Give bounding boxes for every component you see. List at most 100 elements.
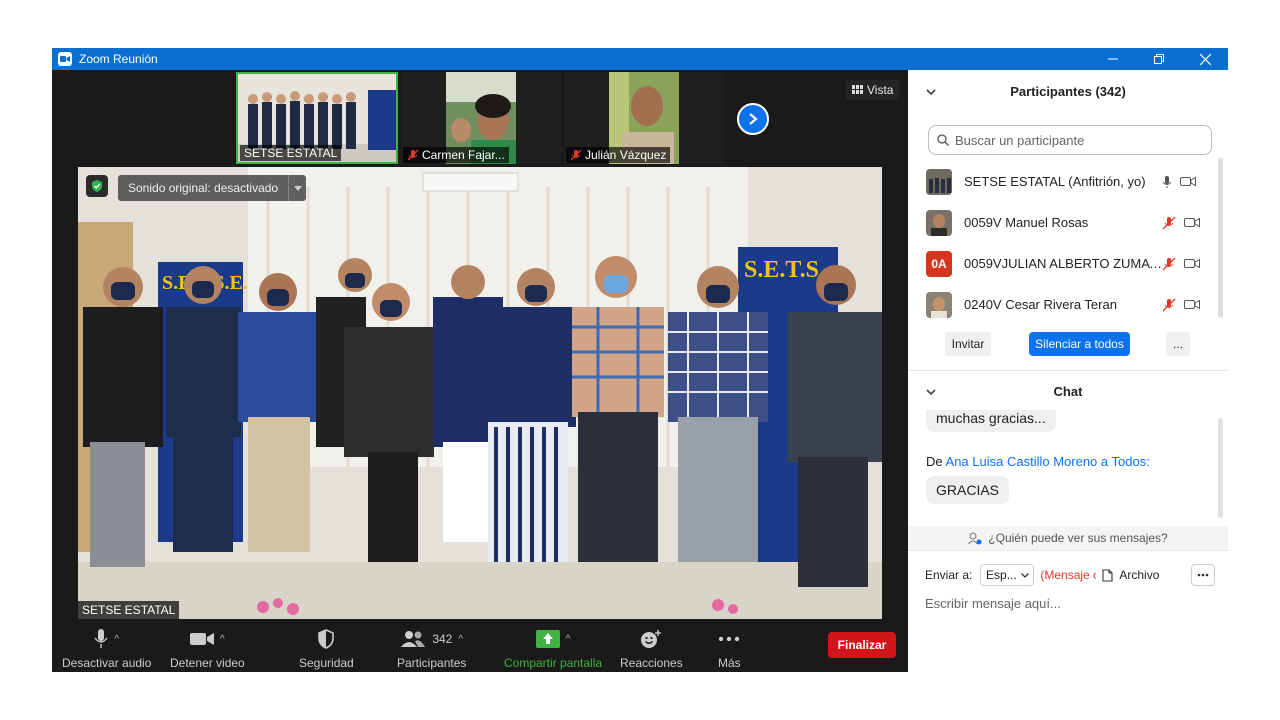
close-icon[interactable] <box>1182 48 1228 70</box>
caret-up-icon[interactable]: ^ <box>566 634 571 645</box>
minimize-icon[interactable] <box>1090 48 1136 70</box>
video-camera-icon[interactable] <box>1180 176 1196 187</box>
chat-title: Chat <box>1053 383 1083 399</box>
mic-muted-icon <box>570 149 582 161</box>
video-camera-icon <box>190 633 214 645</box>
mic-muted-icon[interactable] <box>1162 298 1176 312</box>
chevron-right-icon <box>749 113 758 125</box>
caret-up-icon[interactable]: ^ <box>114 634 119 645</box>
participants-scrollbar[interactable] <box>1218 158 1223 318</box>
tile-name-label: Julián Vázquez <box>566 147 671 163</box>
chat-message-bubble: muchas gracias... <box>926 410 1056 432</box>
microphone-icon[interactable] <box>1162 175 1172 189</box>
recipient-select[interactable]: Esp... <box>980 564 1035 586</box>
view-button[interactable]: Vista <box>846 80 900 100</box>
zoom-window: Zoom Reunión SETSE ESTATAL Carmen Fajar.… <box>52 48 1228 672</box>
avatar <box>926 209 952 236</box>
participants-icon <box>401 631 426 647</box>
chat-message-input[interactable]: Escribir mensaje aquí... <box>925 596 1061 611</box>
chat-scrollbar[interactable] <box>1218 418 1223 518</box>
caret-up-icon[interactable]: ^ <box>458 634 463 645</box>
caret-up-icon[interactable]: ^ <box>220 634 225 645</box>
chat-more-button[interactable] <box>1191 564 1215 586</box>
more-button[interactable]: Más <box>718 626 741 670</box>
chevron-down-icon[interactable] <box>926 84 936 99</box>
reaction-emoji-icon <box>641 630 662 648</box>
video-tile-carmen[interactable]: Carmen Fajar... <box>401 72 561 164</box>
search-placeholder: Buscar un participante <box>955 132 1085 148</box>
main-speaker-video: S.E.T.S.E. S.E.T.S. <box>78 167 882 619</box>
encryption-shield-icon[interactable] <box>86 175 108 197</box>
send-to-row: Enviar a: Esp... (Mensaje c Archivo <box>925 564 1215 586</box>
avatar-initials: 0A <box>926 250 952 277</box>
participants-header: Participantes (342) <box>908 70 1228 112</box>
security-shield-icon <box>318 629 335 649</box>
mic-muted-icon[interactable] <box>1162 257 1176 271</box>
chat-header: Chat <box>908 370 1228 412</box>
title-bar: Zoom Reunión <box>52 48 1228 70</box>
chevron-down-icon <box>1020 572 1029 578</box>
participants-list: SETSE ESTATAL (Anfitrión, yo) 0059V Manu… <box>908 161 1228 325</box>
reactions-button[interactable]: Reacciones <box>620 626 683 670</box>
original-sound-label: Sonido original: desactivado <box>128 181 279 195</box>
stop-video-button[interactable]: ^ Detener video <box>170 626 245 670</box>
search-icon <box>937 134 949 146</box>
chevron-down-icon[interactable] <box>926 384 936 399</box>
share-screen-button[interactable]: ^ Compartir pantalla <box>504 626 602 670</box>
tile-name-label: SETSE ESTATAL <box>240 145 342 161</box>
participants-count: 342 <box>432 632 453 646</box>
mute-all-button[interactable]: Silenciar a todos <box>1029 332 1130 356</box>
grid-view-icon <box>852 85 863 94</box>
file-button[interactable]: Archivo <box>1102 568 1159 582</box>
window-title: Zoom Reunión <box>79 52 158 66</box>
group-photo: S.E.T.S.E. S.E.T.S. <box>78 167 882 619</box>
person-info-icon <box>968 531 982 544</box>
chat-sender-line: De Ana Luisa Castillo Moreno a Todos: <box>926 454 1150 469</box>
video-camera-icon[interactable] <box>1184 299 1200 310</box>
video-camera-icon[interactable] <box>1184 217 1200 228</box>
tile-name-label: Carmen Fajar... <box>403 147 509 163</box>
participant-row[interactable]: SETSE ESTATAL (Anfitrión, yo) <box>908 161 1228 202</box>
ellipsis-icon <box>1197 573 1209 577</box>
side-panel: Participantes (342) Buscar un participan… <box>908 70 1228 672</box>
restore-icon[interactable] <box>1136 48 1182 70</box>
mute-audio-button[interactable]: ^ Desactivar audio <box>62 626 151 670</box>
mic-muted-icon[interactable] <box>1162 216 1176 230</box>
participant-row[interactable]: 0240V Cesar Rivera Teran <box>908 284 1228 325</box>
video-area: SETSE ESTATAL Carmen Fajar... Julián Váz… <box>52 70 908 672</box>
participants-title: Participantes (342) <box>1010 83 1126 99</box>
participant-search-input[interactable]: Buscar un participante <box>928 125 1212 155</box>
participants-more-button[interactable]: ... <box>1166 332 1190 356</box>
send-to-label: Enviar a: <box>925 568 973 582</box>
ellipsis-icon <box>719 636 740 642</box>
share-screen-icon <box>535 630 560 648</box>
avatar <box>926 168 952 195</box>
next-page-button[interactable] <box>737 103 769 135</box>
chat-sender-name[interactable]: Ana Luisa Castillo Moreno <box>946 454 1098 469</box>
private-message-note: (Mensaje c <box>1040 568 1097 582</box>
chevron-down-icon[interactable] <box>288 175 306 201</box>
participants-button[interactable]: 342 ^ Participantes <box>397 626 466 670</box>
original-sound-toggle[interactable]: Sonido original: desactivado <box>118 175 307 201</box>
video-camera-icon[interactable] <box>1184 258 1200 269</box>
video-tile-setse[interactable]: SETSE ESTATAL <box>236 72 398 164</box>
chat-messages: muchas gracias... De Ana Luisa Castillo … <box>908 410 1228 525</box>
zoom-logo-icon <box>58 52 72 66</box>
video-tile-julian[interactable]: Julián Vázquez <box>564 72 724 164</box>
speaker-name-label: SETSE ESTATAL <box>78 601 180 619</box>
avatar <box>926 291 952 318</box>
file-icon <box>1102 568 1113 582</box>
mic-muted-icon <box>407 149 419 161</box>
meeting-toolbar: ^ Desactivar audio ^ Detener video Segur… <box>52 622 908 672</box>
participant-row[interactable]: 0A 0059VJULIAN ALBERTO ZUMAYA... <box>908 243 1228 284</box>
participants-actions: Invitar Silenciar a todos ... <box>908 332 1228 360</box>
invite-button[interactable]: Invitar <box>945 332 991 356</box>
security-button[interactable]: Seguridad <box>299 626 354 670</box>
panel-divider <box>908 550 1228 551</box>
end-meeting-button[interactable]: Finalizar <box>828 632 896 658</box>
banner-text-right: S.E.T.S. <box>744 257 825 283</box>
microphone-icon <box>94 629 108 648</box>
who-can-see-messages[interactable]: ¿Quién puede ver sus mensajes? <box>908 526 1228 550</box>
chat-message-bubble: GRACIAS <box>926 476 1010 504</box>
participant-row[interactable]: 0059V Manuel Rosas <box>908 202 1228 243</box>
